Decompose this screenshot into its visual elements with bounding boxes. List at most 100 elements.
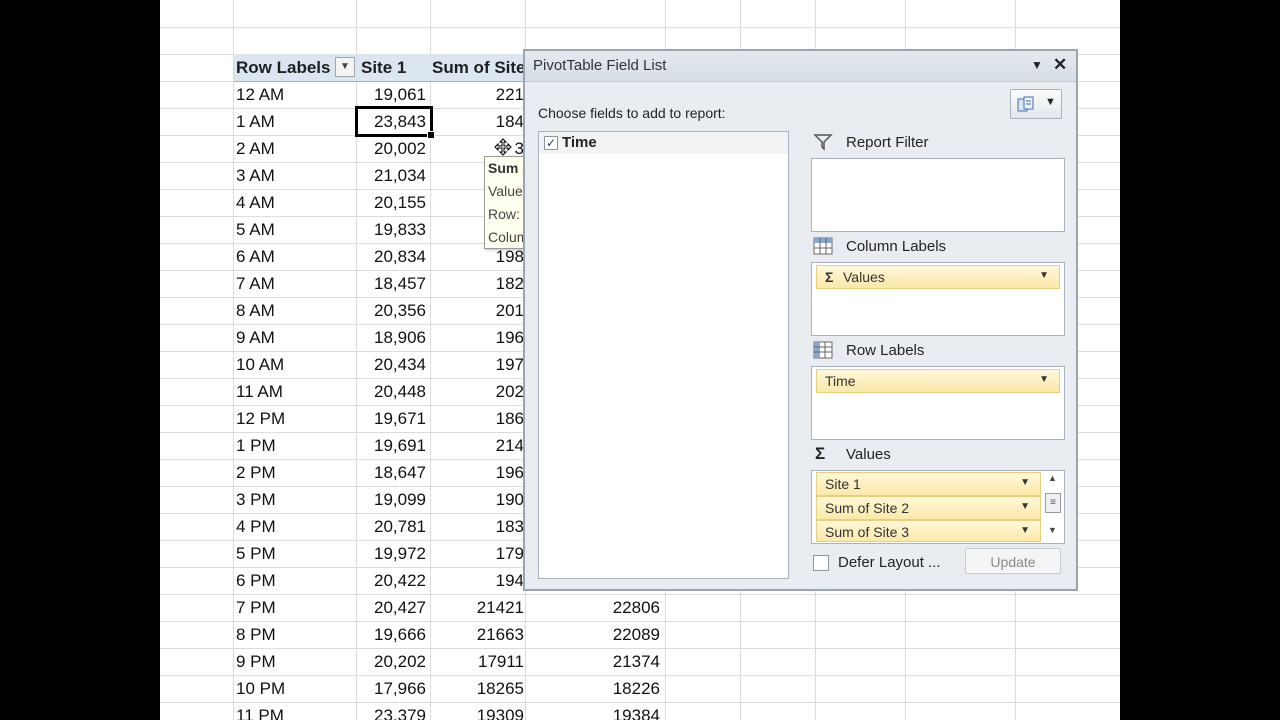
pivottable-field-list-panel[interactable]: PivotTable Field List ▼ ✕ Choose fields … bbox=[523, 49, 1078, 591]
pivot-cell-label[interactable]: 10 AM bbox=[236, 351, 284, 378]
pivot-cell-s2[interactable]: 21421 bbox=[460, 594, 524, 621]
update-button[interactable]: Update bbox=[965, 548, 1061, 574]
pivot-cell-s2[interactable]: 197 bbox=[460, 351, 524, 378]
pivot-cell-label[interactable]: 2 PM bbox=[236, 459, 276, 486]
pivot-cell-s1[interactable]: 19,972 bbox=[358, 540, 426, 567]
panel-title-bar[interactable]: PivotTable Field List ▼ ✕ bbox=[525, 51, 1076, 82]
values-pill-site2[interactable]: Sum of Site 2 ▼ bbox=[816, 496, 1041, 520]
close-icon[interactable]: ✕ bbox=[1053, 55, 1067, 75]
chevron-down-icon[interactable]: ▼ bbox=[1020, 477, 1030, 488]
pivot-cell-label[interactable]: 7 PM bbox=[236, 594, 276, 621]
pivot-cell-label[interactable]: 4 PM bbox=[236, 513, 276, 540]
pivot-cell-s1[interactable]: 19,833 bbox=[358, 216, 426, 243]
pivot-cell-s1[interactable]: 19,671 bbox=[358, 405, 426, 432]
pivot-cell-label[interactable]: 2 AM bbox=[236, 135, 275, 162]
pivot-cell-s1[interactable]: 23,379 bbox=[358, 702, 426, 720]
chevron-down-icon[interactable]: ▼ bbox=[1020, 525, 1030, 536]
pivot-cell-s2[interactable]: 179 bbox=[460, 540, 524, 567]
pivot-cell-label[interactable]: 11 AM bbox=[236, 378, 283, 405]
pivot-cell-s1[interactable]: 18,906 bbox=[358, 324, 426, 351]
pivot-cell-s2[interactable]: 18265 bbox=[460, 675, 524, 702]
pivot-cell-s1[interactable]: 20,422 bbox=[358, 567, 426, 594]
pivot-cell-label[interactable]: 8 PM bbox=[236, 621, 276, 648]
pivot-cell-s1[interactable]: 21,034 bbox=[358, 162, 426, 189]
pivot-cell-s2[interactable]: 202 bbox=[460, 378, 524, 405]
pivot-cell-s1[interactable]: 19,691 bbox=[358, 432, 426, 459]
pivot-cell-s1[interactable]: 20,781 bbox=[358, 513, 426, 540]
pivot-cell-label[interactable]: 12 AM bbox=[236, 81, 284, 108]
pivot-cell-label[interactable]: 6 AM bbox=[236, 243, 275, 270]
values-pill-site3[interactable]: Sum of Site 3 ▼ bbox=[816, 520, 1041, 542]
pivot-cell-s2[interactable]: 19309 bbox=[460, 702, 524, 720]
field-list-box[interactable]: ✓ Time bbox=[538, 131, 789, 579]
pivot-cell-s3[interactable]: 22089 bbox=[570, 621, 660, 648]
pivot-cell-s2[interactable]: 214 bbox=[460, 432, 524, 459]
pivot-cell-label[interactable]: 3 PM bbox=[236, 486, 276, 513]
pivot-cell-label[interactable]: 6 PM bbox=[236, 567, 276, 594]
values-area[interactable]: Site 1 ▼ Sum of Site 2 ▼ Sum of Site 3 ▼… bbox=[811, 470, 1065, 544]
pivot-cell-label[interactable]: 7 AM bbox=[236, 270, 275, 297]
pivot-cell-s2[interactable]: 186 bbox=[460, 405, 524, 432]
pivot-cell-s2[interactable]: 221 bbox=[460, 81, 524, 108]
pivot-cell-s2[interactable]: 183 bbox=[460, 513, 524, 540]
pivot-cell-label[interactable]: 9 AM bbox=[236, 324, 275, 351]
pivot-cell-label[interactable]: 3 AM bbox=[236, 162, 275, 189]
pivot-cell-s3[interactable]: 22806 bbox=[570, 594, 660, 621]
pivot-cell-s1[interactable]: 20,155 bbox=[358, 189, 426, 216]
scroll-up-arrow-icon[interactable]: ▲ bbox=[1048, 473, 1057, 483]
pivot-cell-s1[interactable]: 20,434 bbox=[358, 351, 426, 378]
pivot-cell-label[interactable]: 5 AM bbox=[236, 216, 275, 243]
pivot-cell-label[interactable]: 1 PM bbox=[236, 432, 276, 459]
pivot-cell-s1[interactable]: 18,647 bbox=[358, 459, 426, 486]
scroll-down-arrow-icon[interactable]: ▼ bbox=[1048, 525, 1057, 535]
pivot-cell-label[interactable]: 4 AM bbox=[236, 189, 275, 216]
chevron-down-icon[interactable]: ▼ bbox=[1039, 270, 1049, 281]
scrollbar-thumb[interactable]: ≡ bbox=[1045, 493, 1061, 513]
pivot-cell-s1[interactable]: 20,834 bbox=[358, 243, 426, 270]
pivot-cell-s3[interactable]: 18226 bbox=[570, 675, 660, 702]
pivot-cell-s2[interactable]: 196 bbox=[460, 324, 524, 351]
values-scrollbar[interactable]: ▲ ≡ ▼ bbox=[1044, 473, 1062, 541]
pivot-cell-s2[interactable]: 182 bbox=[460, 270, 524, 297]
pivot-cell-s1[interactable]: 20,427 bbox=[358, 594, 426, 621]
layout-options-button[interactable]: ▼ bbox=[1010, 89, 1062, 119]
pivot-cell-s3[interactable]: 19384 bbox=[570, 702, 660, 720]
pivot-cell-s2[interactable]: 201 bbox=[460, 297, 524, 324]
checkbox-time[interactable]: ✓ bbox=[544, 136, 558, 150]
pivot-cell-label[interactable]: 12 PM bbox=[236, 405, 285, 432]
active-cell-selection[interactable] bbox=[355, 106, 435, 139]
pivot-cell-s2[interactable]: 196 bbox=[460, 459, 524, 486]
chevron-down-icon[interactable]: ▼ bbox=[1020, 501, 1030, 512]
pivot-cell-s2[interactable]: 190 bbox=[460, 486, 524, 513]
panel-options-dropdown-icon[interactable]: ▼ bbox=[1031, 58, 1043, 72]
pivot-cell-label[interactable]: 1 AM bbox=[236, 108, 275, 135]
row-labels-filter-button[interactable]: ▼ bbox=[335, 57, 355, 77]
pivot-cell-s1[interactable]: 18,457 bbox=[358, 270, 426, 297]
pivot-cell-s2[interactable]: 21663 bbox=[460, 621, 524, 648]
row-pill-time[interactable]: Time ▼ bbox=[816, 369, 1060, 393]
chevron-down-icon[interactable]: ▼ bbox=[1039, 374, 1049, 385]
values-pill-site1[interactable]: Site 1 ▼ bbox=[816, 472, 1041, 496]
row-labels-header[interactable]: Row Labels bbox=[236, 54, 330, 81]
pivot-cell-label[interactable]: 9 PM bbox=[236, 648, 276, 675]
pivot-cell-s2[interactable]: 184 bbox=[460, 108, 524, 135]
pivot-cell-s2[interactable]: 17911 bbox=[460, 648, 524, 675]
pivot-cell-s1[interactable]: 19,061 bbox=[358, 81, 426, 108]
pivot-cell-s1[interactable]: 20,448 bbox=[358, 378, 426, 405]
pivot-cell-s1[interactable]: 20,002 bbox=[358, 135, 426, 162]
row-labels-area[interactable]: Time ▼ bbox=[811, 366, 1065, 440]
pivot-cell-s1[interactable]: 17,966 bbox=[358, 675, 426, 702]
pivot-cell-s1[interactable]: 20,202 bbox=[358, 648, 426, 675]
pivot-cell-label[interactable]: 8 AM bbox=[236, 297, 275, 324]
pivot-cell-s2[interactable]: 194 bbox=[460, 567, 524, 594]
field-item-time[interactable]: ✓ Time bbox=[539, 132, 788, 154]
fill-handle[interactable] bbox=[427, 131, 435, 139]
pivot-cell-s3[interactable]: 21374 bbox=[570, 648, 660, 675]
site1-header[interactable]: Site 1 bbox=[361, 54, 406, 81]
report-filter-area[interactable] bbox=[811, 158, 1065, 232]
pivot-cell-label[interactable]: 10 PM bbox=[236, 675, 285, 702]
sum-site2-header[interactable]: Sum of Site bbox=[432, 54, 526, 81]
pivot-cell-s1[interactable]: 19,099 bbox=[358, 486, 426, 513]
pivot-cell-s1[interactable]: 20,356 bbox=[358, 297, 426, 324]
defer-layout-checkbox[interactable] bbox=[813, 555, 829, 571]
